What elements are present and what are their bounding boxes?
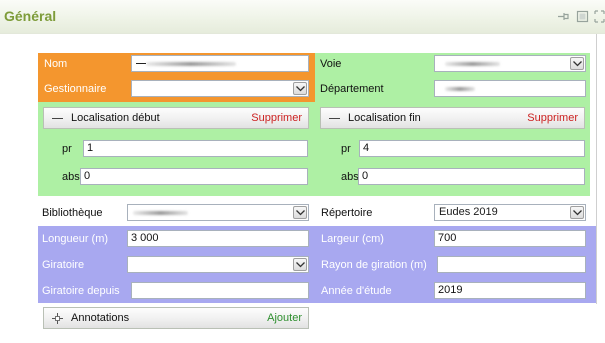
abs-fin-input[interactable]: 0 [358, 168, 585, 185]
window-icon[interactable] [576, 10, 589, 23]
departement-input[interactable] [434, 80, 586, 97]
chevron-down-icon[interactable] [293, 258, 307, 271]
maximize-icon[interactable] [594, 10, 605, 23]
localisation-debut-header[interactable]: Localisation début Supprimer [43, 107, 309, 129]
nom-redacted [146, 62, 236, 66]
add-icon[interactable] [51, 312, 64, 325]
annotations-title: Annotations [71, 312, 130, 324]
annee-etude-label: Année d'étude [321, 285, 392, 297]
pin-icon[interactable] [557, 10, 570, 23]
supprimer-fin-link[interactable]: Supprimer [527, 112, 578, 124]
giratoire-label: Giratoire [42, 259, 85, 271]
longueur-label: Longueur (m) [42, 233, 109, 245]
nom-label: Nom [44, 58, 68, 70]
supprimer-debut-link[interactable]: Supprimer [251, 112, 302, 124]
longueur-input[interactable]: 3 000 [127, 230, 309, 247]
chevron-down-icon[interactable] [570, 57, 584, 70]
rayon-giration-label: Rayon de giration (m) [321, 259, 427, 271]
collapse-icon[interactable] [52, 118, 63, 119]
bibliotheque-redacted [133, 211, 188, 215]
voie-select[interactable] [434, 55, 586, 72]
bibliotheque-label: Bibliothèque [42, 207, 103, 219]
giratoire-depuis-input[interactable] [131, 282, 309, 299]
pr-fin-input[interactable]: 4 [359, 140, 585, 157]
giratoire-select[interactable] [127, 256, 309, 273]
pr-fin-label: pr [341, 143, 351, 155]
panel-title: Général [4, 8, 57, 24]
voie-label: Voie [320, 58, 342, 70]
annee-etude-input[interactable]: 2019 [434, 282, 586, 299]
divider [596, 34, 597, 304]
ajouter-link[interactable]: Ajouter [267, 312, 302, 324]
departement-label: Département [320, 83, 384, 95]
panel-header: Général [0, 0, 605, 34]
localisation-fin-header[interactable]: Localisation fin Supprimer [320, 107, 585, 129]
chevron-down-icon[interactable] [570, 206, 584, 219]
pr-debut-label: pr [62, 143, 72, 155]
bibliotheque-select[interactable] [127, 204, 309, 221]
pr-debut-input[interactable]: 1 [83, 140, 308, 157]
gestionnaire-label: Gestionnaire [44, 83, 107, 95]
largeur-input[interactable]: 700 [434, 230, 586, 247]
repertoire-label: Répertoire [321, 207, 373, 219]
giratoire-depuis-label: Giratoire depuis [42, 285, 120, 297]
gestionnaire-select[interactable] [131, 80, 309, 97]
chevron-down-icon[interactable] [293, 206, 307, 219]
rayon-giration-input[interactable] [437, 256, 586, 273]
largeur-label: Largeur (cm) [321, 233, 384, 245]
chevron-down-icon[interactable] [293, 82, 307, 95]
localisation-debut-title: Localisation début [71, 112, 160, 124]
annotations-header[interactable]: Annotations Ajouter [43, 307, 309, 329]
abs-debut-input[interactable]: 0 [80, 168, 308, 185]
repertoire-select[interactable]: Eudes 2019 [434, 204, 586, 221]
localisation-fin-title: Localisation fin [348, 112, 421, 124]
voie-redacted [445, 62, 500, 66]
nom-input[interactable] [131, 55, 309, 72]
abs-fin-label: abs [341, 171, 359, 183]
abs-debut-label: abs [62, 171, 80, 183]
collapse-icon[interactable] [329, 118, 340, 119]
departement-redacted [445, 87, 475, 91]
